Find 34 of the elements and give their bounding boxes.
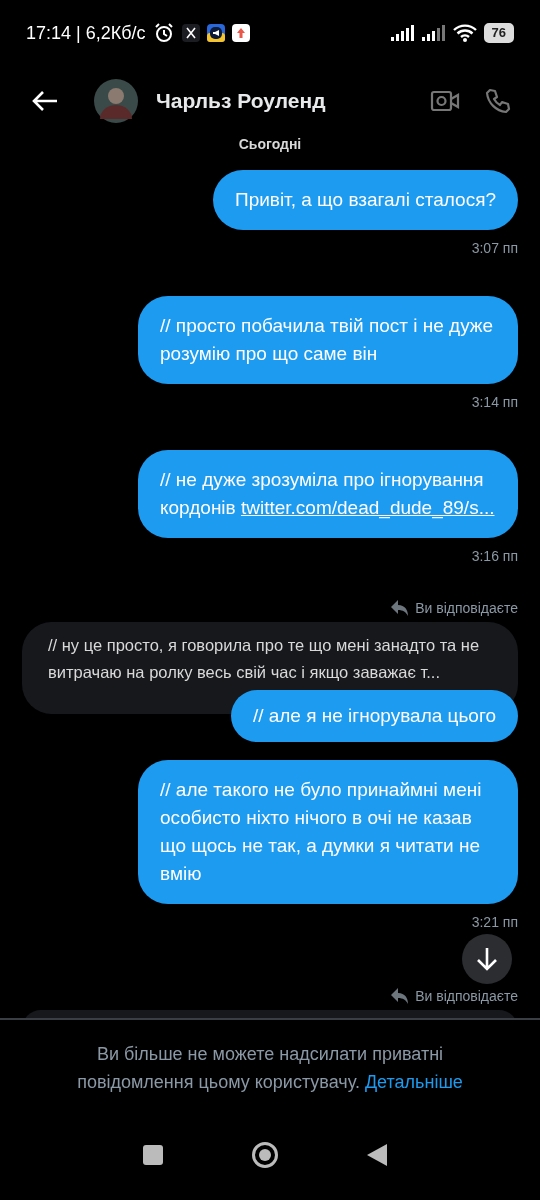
reply-icon <box>391 988 410 1004</box>
message-time: 3:14 пп <box>471 394 518 410</box>
back-arrow-icon[interactable] <box>32 90 58 112</box>
contact-name: Чарльз Роуленд <box>156 89 326 113</box>
message-bubble: Привіт, а що взагалі сталося? <box>212 170 518 230</box>
clock-time: 17:14 <box>26 22 72 44</box>
message-bubble: // але я не ігнорувала цього <box>230 690 518 742</box>
notice-text: Ви більше не можете надсилати приватні повідомлення цьому користувачу. Детальніше <box>76 1043 464 1094</box>
upload-app-icon <box>231 24 250 42</box>
avatar-icon[interactable] <box>94 79 138 123</box>
back-icon[interactable] <box>366 1143 388 1167</box>
message-time: 3:16 пп <box>471 548 518 564</box>
reply-icon <box>391 600 410 616</box>
details-link[interactable]: Детальніше <box>364 1072 463 1092</box>
message-bubble: // але такого не було принаймні мені особисто ніхто нічого в очі не казав що щось не так, а думки я читати не вмію <box>138 760 518 904</box>
network-speed: | 6,2Кб/с <box>76 22 146 44</box>
message-bubble: // просто побачила твій пост і не дуже розумію про що саме він <box>138 296 518 384</box>
scroll-down-button[interactable] <box>462 934 512 984</box>
battery-indicator: 76 <box>483 23 514 43</box>
video-call-icon[interactable] <box>430 89 460 113</box>
reply-label: Ви відповідаєте <box>415 600 518 616</box>
home-icon[interactable] <box>250 1141 279 1169</box>
x-app-icon <box>181 24 200 42</box>
signal-icon <box>421 25 446 41</box>
message-bubble: // не дуже зрозуміла про ігнорування кордонів twitter.com/dead_dude_89/s... <box>138 450 518 538</box>
megaphone-app-icon <box>206 24 225 42</box>
message-time: 3:07 пп <box>471 240 518 256</box>
wifi-icon <box>452 24 477 42</box>
reply-label: Ви відповідаєте <box>415 988 518 1004</box>
arrow-down-icon <box>474 946 500 972</box>
signal-icon <box>390 25 415 41</box>
message-time: 3:21 пп <box>471 914 518 930</box>
date-separator: Сьогодні <box>238 136 302 152</box>
phone-icon[interactable] <box>484 87 512 115</box>
